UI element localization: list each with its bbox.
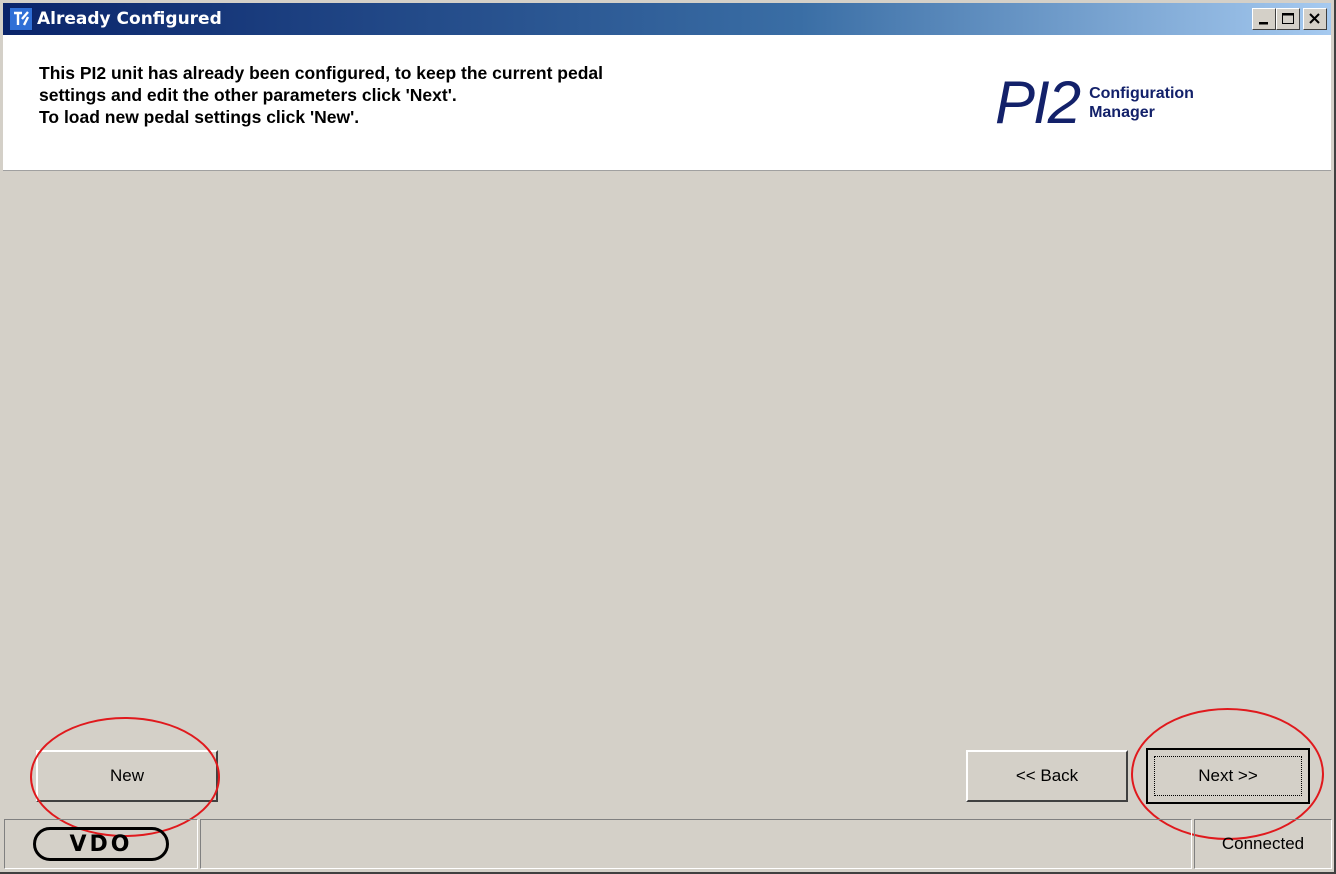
connection-status: Connected — [1194, 819, 1332, 869]
instruction-line: This PI2 unit has already been configure… — [39, 63, 604, 83]
logo-main-text: PI2 — [995, 69, 1081, 136]
logo-subtitle: Configuration Manager — [1089, 84, 1194, 122]
instruction-line: To load new pedal settings click 'New'. — [39, 107, 360, 127]
maximize-icon — [1282, 13, 1294, 24]
maximize-button[interactable] — [1276, 8, 1300, 30]
title-bar[interactable]: Already Configured — [3, 3, 1331, 35]
logo-subtitle-line: Manager — [1089, 104, 1155, 121]
vdo-logo: VDO — [33, 827, 169, 861]
caption-buttons — [1252, 8, 1327, 30]
pi2-app-icon[interactable] — [9, 7, 33, 31]
new-button[interactable]: New — [36, 750, 218, 802]
close-button[interactable] — [1303, 8, 1327, 30]
status-bar: VDO Connected — [4, 819, 1332, 869]
back-button[interactable]: << Back — [966, 750, 1128, 802]
close-icon — [1309, 13, 1320, 24]
next-button[interactable]: Next >> — [1146, 748, 1310, 804]
new-button-label: New — [109, 766, 144, 785]
logo-subtitle-line: Configuration — [1089, 85, 1194, 102]
back-button-label: << Back — [1015, 766, 1079, 785]
pi2-logo: PI2 Configuration Manager — [995, 73, 1194, 133]
header-panel: This PI2 unit has already been configure… — [3, 35, 1331, 171]
status-message-panel — [200, 819, 1192, 869]
minimize-icon — [1259, 22, 1268, 25]
window-title: Already Configured — [37, 9, 222, 29]
vdo-logo-text: VDO — [69, 831, 133, 857]
instruction-text: This PI2 unit has already been configure… — [39, 62, 603, 128]
next-button-label: Next >> — [1198, 766, 1258, 785]
status-logo-panel: VDO — [4, 819, 198, 869]
dialog-window: Already Configured This PI2 unit has alr… — [0, 0, 1336, 874]
minimize-button[interactable] — [1252, 8, 1276, 30]
connection-status-text: Connected — [1221, 834, 1305, 853]
instruction-line: settings and edit the other parameters c… — [39, 85, 457, 105]
